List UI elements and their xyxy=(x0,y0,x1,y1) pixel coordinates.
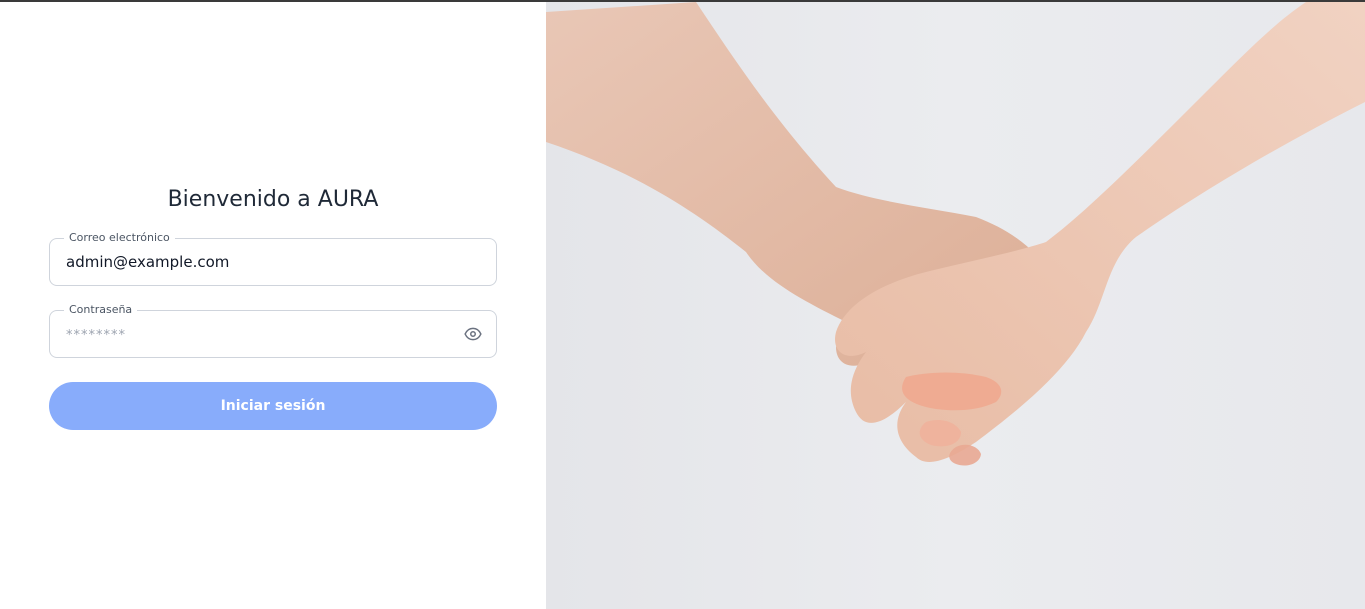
eye-icon[interactable] xyxy=(464,325,482,343)
holding-hands-illustration xyxy=(546,2,1365,609)
hero-image xyxy=(546,2,1365,609)
login-page: Bienvenido a AURA Correo electrónico Con… xyxy=(0,2,1365,609)
email-field: Correo electrónico xyxy=(49,231,497,286)
login-form: Bienvenido a AURA Correo electrónico Con… xyxy=(49,184,497,430)
password-field: Contraseña xyxy=(49,303,497,358)
password-input[interactable] xyxy=(66,311,446,357)
email-input[interactable] xyxy=(66,239,446,285)
login-button[interactable]: Iniciar sesión xyxy=(49,382,497,430)
login-panel: Bienvenido a AURA Correo electrónico Con… xyxy=(0,2,546,609)
page-title: Bienvenido a AURA xyxy=(167,187,379,212)
